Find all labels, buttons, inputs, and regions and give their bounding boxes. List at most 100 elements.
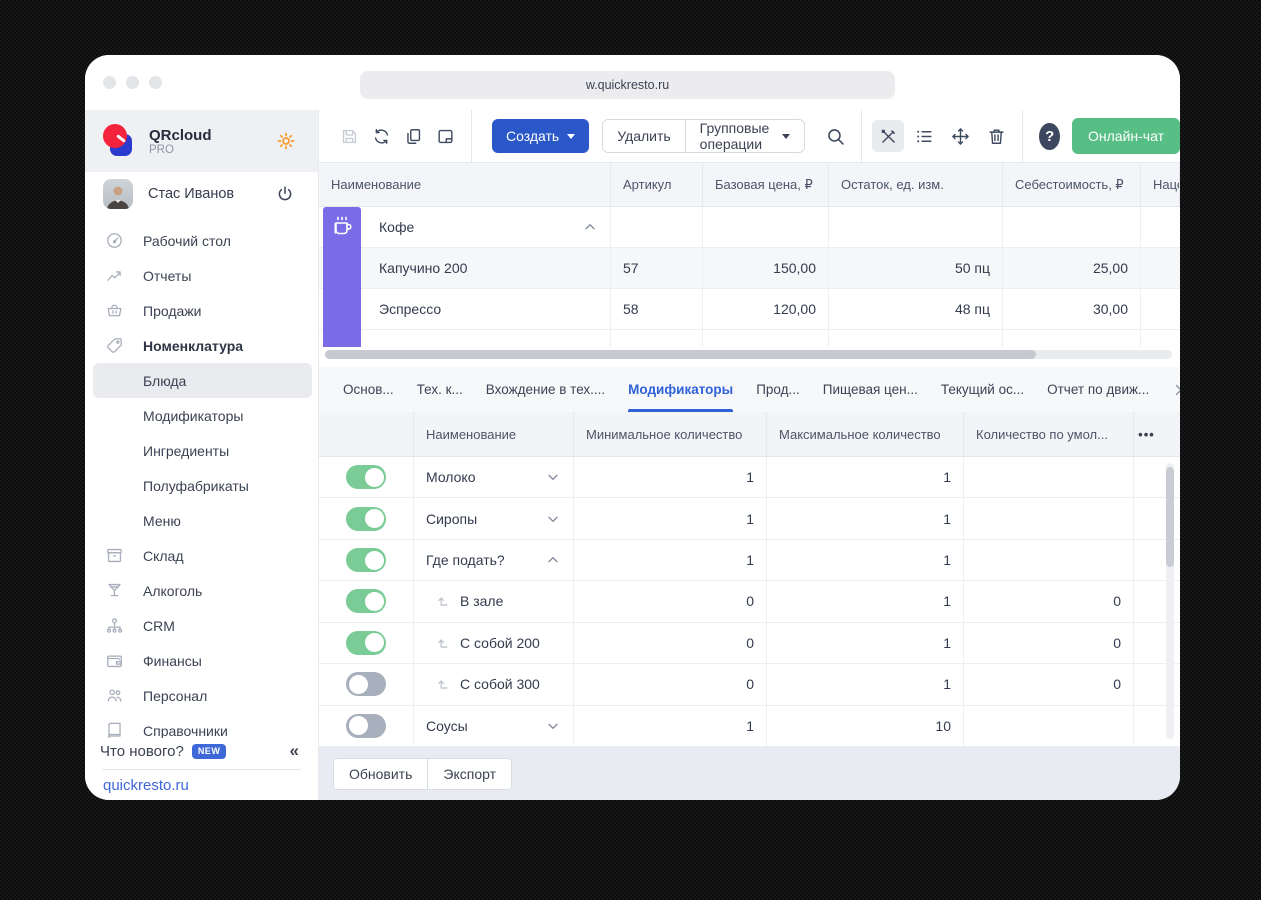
column-header-sku[interactable]: Артикул [611,163,703,206]
cell-default-qty: 0 [1113,676,1121,693]
modifier-toggle[interactable] [346,672,386,697]
child-indent-icon [438,637,450,649]
sidebar-item-номенклатура[interactable]: Номенклатура [85,328,318,363]
tab-тех-к-[interactable]: Тех. к... [417,367,463,412]
modifier-toggle[interactable] [346,465,386,490]
app-window: w.quickresto.ru QRcloud PRO Стас Иванов … [85,55,1180,800]
vertical-scrollbar-thumb[interactable] [1166,467,1174,567]
modifier-row[interactable]: С собой 300 0 1 0 [319,664,1180,706]
window-control-minimize[interactable] [126,76,139,89]
export-button[interactable]: Экспорт [427,759,511,789]
column-header-max-qty[interactable]: Максимальное количество [767,412,964,456]
modifier-row[interactable]: Сиропы 1 1 [319,498,1180,540]
group-name: Кофе [379,219,415,235]
column-header-price[interactable]: Базовая цена, ₽ [703,163,829,206]
sidebar-item-модификаторы[interactable]: Модификаторы [85,398,318,433]
modifier-toggle[interactable] [346,630,386,655]
table-row[interactable]: Эспрессо 58 120,00 48 пц 30,00 [319,289,1180,330]
sidebar-item-персонал[interactable]: Персонал [85,678,318,713]
sidebar-item-справочники[interactable]: Справочники [85,713,318,738]
help-button[interactable]: ? [1039,122,1061,150]
tab-пищевая-цен-[interactable]: Пищевая цен... [823,367,918,412]
sidebar-item-отчеты[interactable]: Отчеты [85,258,318,293]
search-icon[interactable] [819,120,851,152]
sidebar-item-рабочий-стол[interactable]: Рабочий стол [85,223,318,258]
chevron-down-icon[interactable] [545,469,561,485]
chevron-up-icon[interactable] [582,219,598,235]
horizontal-scrollbar-thumb[interactable] [325,350,1037,359]
window-controls[interactable] [103,76,162,89]
delete-button[interactable]: Удалить [603,120,684,152]
browser-address-bar[interactable]: w.quickresto.ru [360,71,895,99]
tab-основ-[interactable]: Основ... [343,367,394,412]
window-control-zoom[interactable] [149,76,162,89]
cell-default-qty: 0 [1113,593,1121,610]
group-row-coffee[interactable]: Кофе [319,207,1180,248]
column-header-default-qty[interactable]: Количество по умол... [964,412,1134,456]
sidebar-item-продажи[interactable]: Продажи [85,293,318,328]
site-link[interactable]: quickresto.ru [100,770,303,794]
window-control-close[interactable] [103,76,116,89]
column-header-stock[interactable]: Остаток, ед. изм. [829,163,1003,206]
column-header-markup[interactable]: Наце [1141,163,1180,206]
delete-button-label: Удалить [617,128,671,144]
cell-max-qty: 1 [943,634,951,651]
chevron-up-icon[interactable] [545,552,561,568]
modifier-toggle[interactable] [346,548,386,573]
modifier-row[interactable]: В зале 0 1 0 [319,581,1180,623]
create-button[interactable]: Создать [492,119,590,153]
column-header-min-qty[interactable]: Минимальное количество [574,412,767,456]
save-button[interactable] [333,120,365,152]
copy-button[interactable] [397,120,429,152]
panel-footer: Обновить Экспорт [319,747,1180,800]
sidebar-collapse-icon[interactable]: « [290,741,303,761]
sidebar-item-финансы[interactable]: Финансы [85,643,318,678]
modifier-row[interactable]: Молоко 1 1 [319,457,1180,499]
tab-текущий-ос-[interactable]: Текущий ос... [941,367,1024,412]
sidebar-item-алкоголь[interactable]: Алкоголь [85,573,318,608]
column-header-mod-name[interactable]: Наименование [414,412,574,456]
move-button[interactable] [944,120,976,152]
tab-прод-[interactable]: Прод... [756,367,800,412]
column-settings-button[interactable]: ••• [1134,412,1159,456]
modifier-row[interactable]: Где подать? 1 1 [319,539,1180,582]
modifier-toggle[interactable] [346,589,386,614]
tools-button[interactable] [872,120,905,152]
tab-отчет-по-движ-[interactable]: Отчет по движ... [1047,367,1149,412]
products-table-header: Наименование Артикул Базовая цена, ₽ Ост… [319,163,1180,207]
trash-button[interactable] [980,120,1012,152]
sidebar-item-меню[interactable]: Меню [85,503,318,538]
sidebar-item-label: Склад [143,547,184,564]
column-header-cost[interactable]: Себестоимость, ₽ [1003,163,1141,206]
modifier-row[interactable]: Соусы 1 10 [319,705,1180,747]
sidebar-item-crm[interactable]: CRM [85,608,318,643]
sidebar-item-склад[interactable]: Склад [85,538,318,573]
theme-sun-icon[interactable] [276,131,296,151]
column-header-name[interactable]: Наименование [319,163,611,206]
modifier-name: Сиропы [426,510,478,527]
online-chat-button[interactable]: Онлайн-чат [1072,118,1180,154]
sidebar-item-блюда[interactable]: Блюда [93,363,312,398]
list-view-button[interactable] [908,120,940,152]
chevron-down-icon[interactable] [545,511,561,527]
tab-вхождение-в-тех-[interactable]: Вхождение в тех.... [486,367,605,412]
table-row[interactable]: Капучино 200 57 150,00 50 пц 25,00 [319,248,1180,289]
modifier-toggle[interactable] [346,713,386,738]
refresh-table-button[interactable]: Обновить [334,759,428,789]
refresh-button[interactable] [365,120,397,152]
avatar[interactable] [103,179,133,209]
caret-down-icon [782,133,791,139]
sidebar-item-полуфабрикаты[interactable]: Полуфабрикаты [85,468,318,503]
terminal-button[interactable] [429,120,461,152]
child-indent-icon [438,678,450,690]
logout-power-icon[interactable] [276,185,294,203]
modifier-row[interactable]: С собой 200 0 1 0 [319,622,1180,665]
group-operations-dropdown[interactable]: Групповые операции [684,120,805,152]
modifier-toggle[interactable] [346,506,386,531]
whats-new-link[interactable]: Что нового? [100,743,184,760]
chevron-down-icon[interactable] [545,718,561,734]
tab-модификаторы[interactable]: Модификаторы [628,367,734,412]
sidebar-item-ингредиенты[interactable]: Ингредиенты [85,433,318,468]
close-panel-icon[interactable] [1172,381,1180,399]
cell-min-qty: 1 [746,469,754,486]
